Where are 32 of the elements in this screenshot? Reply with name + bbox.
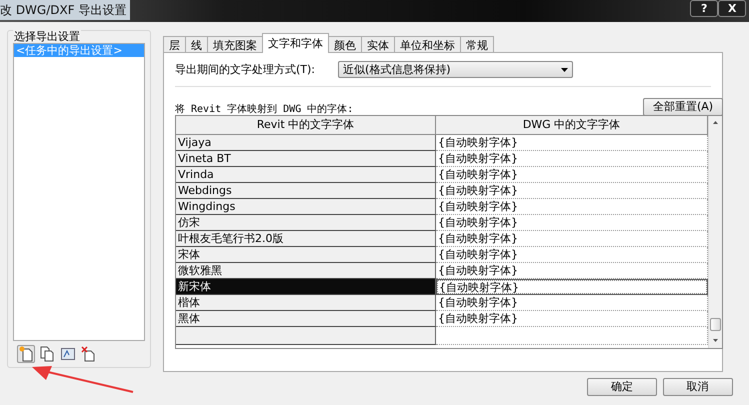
row-header-cell[interactable]: 楷体	[176, 295, 436, 311]
row-header-cell[interactable]: Webdings	[176, 183, 436, 199]
help-button[interactable]: ?	[690, 0, 718, 17]
row-header-cell[interactable]: 新宋体	[176, 279, 436, 295]
tab[interactable]: 填充图案	[207, 36, 263, 53]
row-header-cell[interactable]: 仿宋	[176, 215, 436, 231]
window-title: 改 DWG/DXF 导出设置	[0, 0, 130, 20]
row-header-cell[interactable]: Vijaya	[176, 135, 436, 151]
row-header-cell[interactable]: 宋体	[176, 247, 436, 263]
row-header-cell[interactable]: Vrinda	[176, 167, 436, 183]
tab[interactable]: 实体	[361, 36, 395, 53]
row-header-cell[interactable]: 微软雅黑	[176, 263, 436, 279]
table-cell[interactable]: {自动映射字体}	[436, 279, 708, 295]
row-header-cell[interactable]: Vineta BT	[176, 151, 436, 167]
tab[interactable]: 层	[163, 36, 186, 53]
tab[interactable]: 单位和坐标	[394, 36, 461, 53]
field-label: 导出期间的文字处理方式(T):	[175, 62, 316, 76]
cancel-button[interactable]: 取消	[662, 378, 732, 396]
group-label: 选择导出设置	[13, 30, 81, 44]
column-header: Revit 中的文字字体	[176, 116, 436, 135]
text-handling-dropdown[interactable]: 近似(格式信息将保持)	[338, 61, 573, 78]
tab[interactable]: 线	[185, 36, 208, 53]
close-button[interactable]: X	[718, 0, 746, 17]
tab[interactable]: 文字和字体	[262, 33, 329, 53]
row-header-cell[interactable]: Wingdings	[176, 199, 436, 215]
row-header-cell[interactable]: 叶根友毛笔行书2.0版	[176, 231, 436, 247]
tab[interactable]: 常规	[460, 36, 494, 53]
ok-button[interactable]: 确定	[587, 378, 657, 396]
mapping-label: 将 Revit 字体映射到 DWG 中的字体:	[175, 104, 354, 116]
column-header: DWG 中的文字字体	[436, 116, 708, 135]
reset-all-button[interactable]: 全部重置(A)	[643, 98, 723, 116]
row-header-cell[interactable]: 黑体	[176, 311, 436, 327]
